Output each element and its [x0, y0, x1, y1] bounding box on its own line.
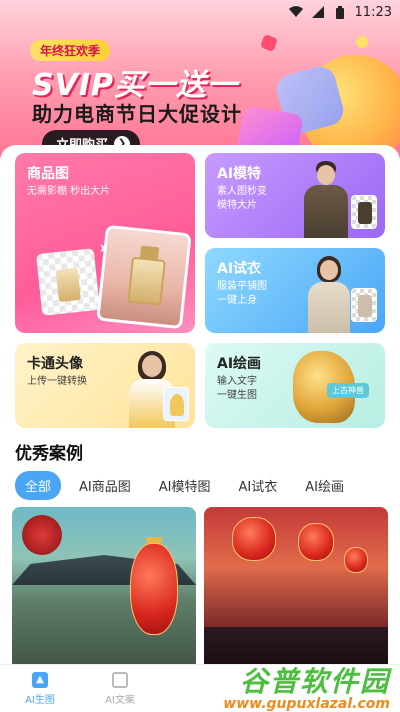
lantern	[130, 543, 178, 635]
feature-desc-line2: 一键生图	[217, 390, 257, 401]
feature-title: AI模特	[217, 166, 262, 182]
nav-label: AI文案	[105, 694, 135, 706]
avatar-figure	[170, 394, 184, 416]
feature-card-ai-painting[interactable]: AI绘画 输入文字 一键生图 上古神兽	[205, 343, 385, 428]
head	[317, 165, 335, 185]
feature-card-ai-model[interactable]: AI模特 素人图秒变 模特大片	[205, 153, 385, 238]
garment-thumbnail	[351, 288, 377, 322]
feature-card-cartoon-avatar[interactable]: 卡通头像 上传一键转换	[15, 343, 195, 428]
image-icon: ▲	[32, 671, 48, 688]
avatar-thumbnail	[163, 387, 189, 421]
wifi-icon	[288, 5, 303, 19]
promo-badge: 年终狂欢季	[30, 40, 111, 61]
feature-title: 商品图	[27, 166, 69, 182]
clock: 11:23	[354, 4, 392, 20]
feature-title: 卡通头像	[27, 356, 83, 372]
section-title: 优秀案例	[15, 444, 83, 464]
status-bar: 11:23	[0, 0, 400, 24]
tab-ai-tryon[interactable]: AI试衣	[228, 471, 287, 500]
feature-desc-line1: 服装平铺图	[217, 281, 267, 292]
nav-ai-image[interactable]: ▲ AI生图	[0, 665, 80, 712]
feature-desc-line1: 素人图秒变	[217, 186, 267, 197]
bottle-icon	[127, 256, 166, 306]
main-sheet: 商品图 无需影棚 秒出大片 ➤ AI模特 素人图秒变 模特大片 AI试衣 服装平…	[0, 145, 400, 712]
feature-desc: 无需影棚 秒出大片	[27, 186, 111, 197]
tab-ai-model[interactable]: AI模特图	[149, 471, 221, 500]
feature-title: AI绘画	[217, 356, 262, 372]
generated-product-image	[96, 224, 192, 330]
battery-icon	[333, 5, 347, 19]
original-product-image	[35, 248, 101, 316]
feature-desc-line2: 一键上身	[217, 295, 257, 306]
prompt-chip: 上古神兽	[327, 383, 369, 398]
feature-desc-line1: 输入文字	[217, 376, 257, 387]
nav-ai-copywriting[interactable]: AI文案	[80, 665, 160, 712]
decor-dot	[260, 34, 278, 52]
tab-ai-product[interactable]: AI商品图	[69, 471, 141, 500]
feature-desc: 上传一键转换	[27, 376, 87, 387]
tryon-person-image	[305, 254, 353, 333]
feature-desc-line2: 模特大片	[217, 200, 257, 211]
document-icon	[112, 671, 128, 688]
garment-thumbnail	[351, 195, 377, 229]
case-image-lantern-street[interactable]	[204, 507, 388, 677]
model-person-image	[301, 157, 351, 238]
decor-dot	[356, 36, 368, 48]
feature-card-ai-tryon[interactable]: AI试衣 服装平铺图 一键上身	[205, 248, 385, 333]
garment	[358, 202, 372, 224]
case-tabs: 全部 AI商品图 AI模特图 AI试衣 AI绘画	[15, 471, 354, 500]
blossom-decor	[22, 515, 62, 555]
feature-card-product[interactable]: 商品图 无需影棚 秒出大片 ➤	[15, 153, 195, 333]
site-watermark: 谷普软件园 www.gupuxlazal.com	[200, 662, 396, 712]
watermark-url: www.gupuxlazal.com	[223, 696, 390, 712]
tab-all[interactable]: 全部	[15, 471, 62, 500]
lantern	[298, 523, 334, 561]
head	[320, 260, 338, 280]
lantern	[232, 517, 276, 561]
tab-ai-painting[interactable]: AI绘画	[295, 471, 354, 500]
promo-subheadline: 助力电商节日大促设计	[32, 102, 242, 126]
case-image-lantern-garden[interactable]	[12, 507, 196, 677]
body	[308, 282, 350, 333]
head	[142, 355, 162, 377]
bottle-icon	[55, 267, 81, 303]
nav-label: AI生图	[25, 694, 55, 706]
garment	[358, 295, 372, 317]
signal-icon	[311, 5, 325, 19]
body	[304, 185, 348, 238]
lantern	[344, 547, 368, 573]
watermark-title: 谷普软件园	[239, 665, 390, 698]
feature-title: AI试衣	[217, 261, 262, 277]
